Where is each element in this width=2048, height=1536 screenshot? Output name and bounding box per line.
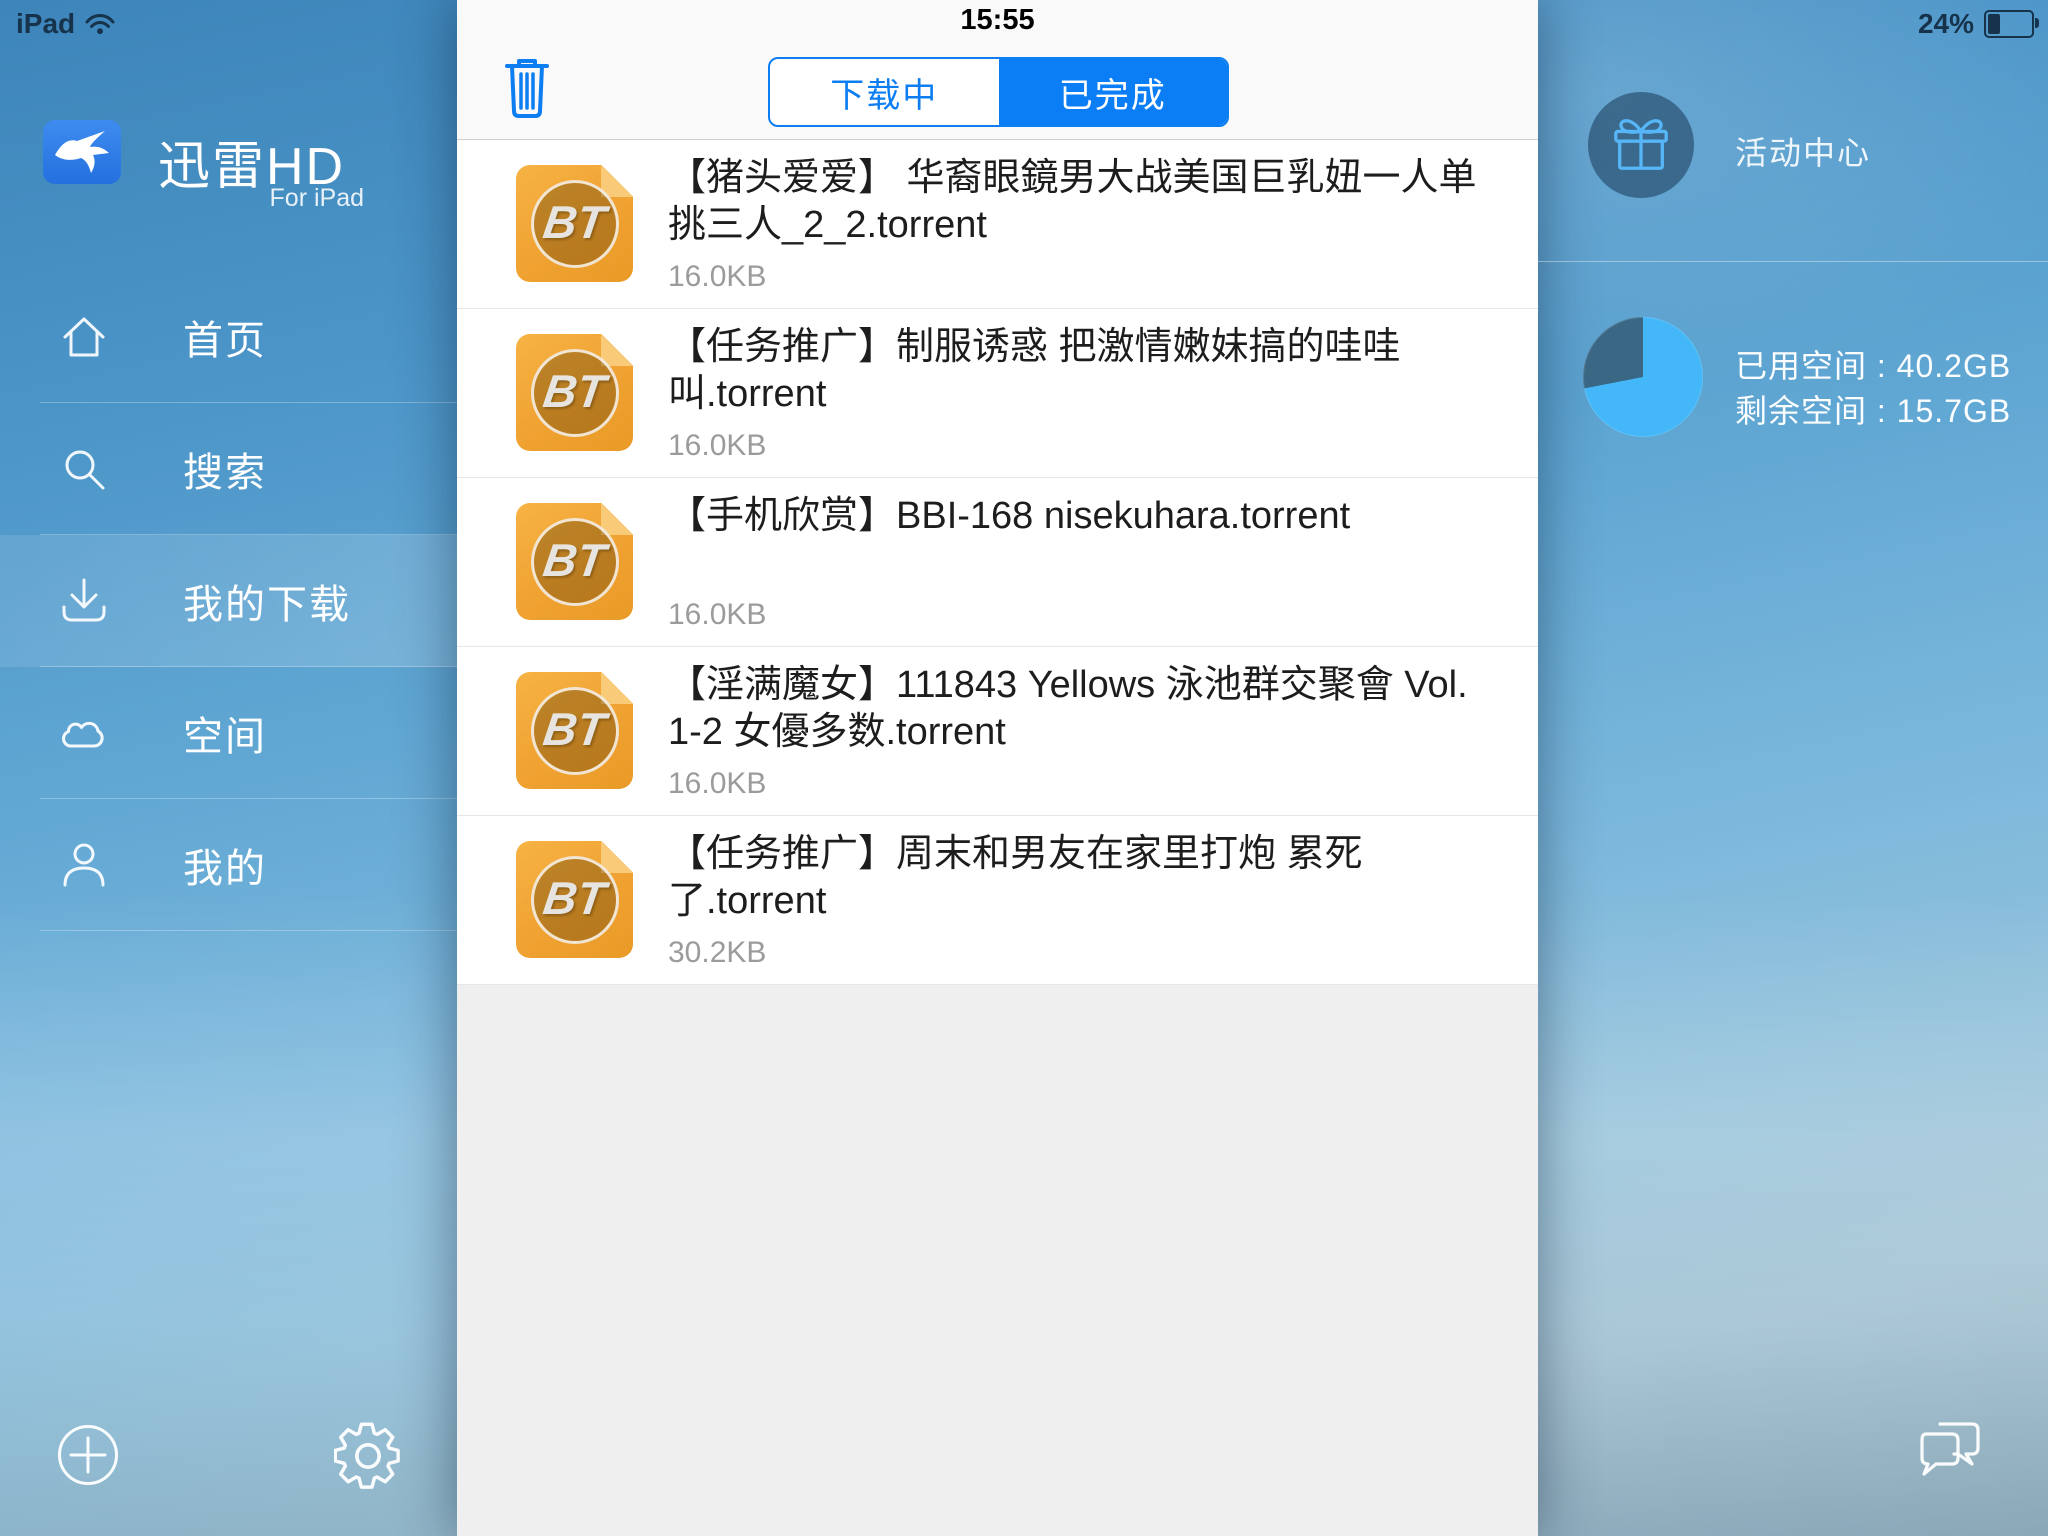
file-size: 16.0KB — [668, 260, 766, 294]
storage-pie-chart — [1583, 317, 1703, 437]
right-panel-divider — [1538, 261, 2048, 262]
completed-file-list: BT 【猪头爱爱】 华裔眼鏡男大战美国巨乳妞一人单挑三人_2_2.torrent… — [457, 140, 1538, 985]
app-logo — [43, 120, 121, 184]
activity-center-button[interactable] — [1588, 92, 1694, 198]
file-row[interactable]: BT 【任务推广】周末和男友在家里打炮 累死了.torrent 30.2KB — [457, 816, 1538, 985]
feedback-chat-icon[interactable] — [1916, 1420, 1984, 1484]
search-icon — [59, 444, 109, 494]
file-row[interactable]: BT 【猪头爱爱】 华裔眼鏡男大战美国巨乳妞一人单挑三人_2_2.torrent… — [457, 140, 1538, 309]
status-time: 15:55 — [457, 4, 1538, 37]
file-size: 16.0KB — [668, 598, 766, 632]
file-name: 【猪头爱爱】 华裔眼鏡男大战美国巨乳妞一人单挑三人_2_2.torrent — [668, 155, 1508, 249]
tab-completed[interactable]: 已完成 — [999, 59, 1228, 125]
file-row[interactable]: BT 【任务推广】制服诱惑 把激情嫩妹搞的哇哇叫.torrent 16.0KB — [457, 309, 1538, 478]
file-name: 【任务推广】周末和男友在家里打炮 累死了.torrent — [668, 831, 1508, 925]
add-task-button[interactable] — [57, 1424, 119, 1486]
sidebar-item-label: 空间 — [183, 704, 267, 762]
file-name: 【手机欣赏】BBI-168 nisekuhara.torrent — [668, 493, 1508, 540]
user-icon — [59, 840, 109, 890]
bt-torrent-icon: BT — [516, 841, 633, 958]
bt-torrent-icon: BT — [516, 672, 633, 789]
file-name: 【任务推广】制服诱惑 把激情嫩妹搞的哇哇叫.torrent — [668, 324, 1508, 418]
free-space-label: 剩余空间 : 15.7GB — [1735, 386, 2011, 432]
file-row[interactable]: BT 【淫满魔女】111843 Yellows 泳池群交聚會 Vol. 1-2 … — [457, 647, 1538, 816]
home-icon — [59, 312, 109, 362]
status-bar-right: 24% — [1918, 8, 2034, 40]
activity-center-label: 活动中心 — [1735, 128, 1871, 174]
bird-logo-icon — [53, 129, 111, 175]
downloads-panel: 15:55 下载中 已完成 BT 【猪头爱爱】 华裔眼鏡 — [457, 0, 1538, 1536]
sidebar-item-label: 我的下载 — [183, 572, 351, 630]
bt-torrent-icon: BT — [516, 503, 633, 620]
app-subtitle: For iPad — [158, 184, 364, 213]
bt-torrent-icon: BT — [516, 165, 633, 282]
bt-torrent-icon: BT — [516, 334, 633, 451]
tab-downloading[interactable]: 下载中 — [770, 59, 999, 125]
sidebar-item-label: 搜索 — [183, 440, 267, 498]
file-size: 16.0KB — [668, 429, 766, 463]
file-size: 30.2KB — [668, 936, 766, 970]
battery-percent-label: 24% — [1918, 8, 1974, 40]
downloads-toolbar: 15:55 下载中 已完成 — [457, 0, 1538, 140]
file-name: 【淫满魔女】111843 Yellows 泳池群交聚會 Vol. 1-2 女優多… — [668, 662, 1508, 756]
status-bar-left: iPad — [16, 8, 115, 40]
used-space-label: 已用空间 : 40.2GB — [1735, 341, 2011, 387]
sidebar-menu: 首页 搜索 我的下载 空间 我的 — [0, 271, 457, 931]
file-size: 16.0KB — [668, 767, 766, 801]
wifi-icon — [85, 13, 115, 35]
sidebar-item-label: 首页 — [183, 308, 267, 366]
sidebar-item-space[interactable]: 空间 — [0, 667, 457, 799]
settings-gear-icon[interactable] — [334, 1422, 402, 1490]
app-screen: iPad 24% 迅雷HD For iPad 首页 — [0, 0, 2048, 1536]
sidebar-item-label: 我的 — [183, 836, 267, 894]
gift-icon — [1610, 114, 1672, 176]
cloud-icon — [59, 708, 109, 758]
sidebar-item-search[interactable]: 搜索 — [0, 403, 457, 535]
download-status-tabs: 下载中 已完成 — [768, 57, 1229, 127]
sidebar-item-mine[interactable]: 我的 — [0, 799, 457, 931]
download-icon — [59, 576, 109, 626]
status-device-label: iPad — [16, 8, 75, 40]
file-row[interactable]: BT 【手机欣赏】BBI-168 nisekuhara.torrent 16.0… — [457, 478, 1538, 647]
trash-icon[interactable] — [505, 58, 549, 120]
sidebar-item-home[interactable]: 首页 — [0, 271, 457, 403]
battery-icon — [1984, 10, 2034, 38]
sidebar-item-my-downloads[interactable]: 我的下载 — [0, 535, 457, 667]
